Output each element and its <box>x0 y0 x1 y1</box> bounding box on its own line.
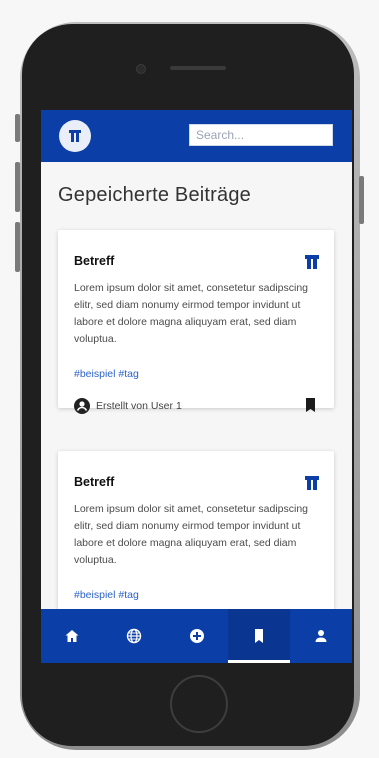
post-tags[interactable]: #beispiel #tag <box>74 589 139 601</box>
volume-up-button <box>15 162 20 212</box>
globe-icon <box>127 628 142 644</box>
mute-switch <box>15 114 20 142</box>
post-text: Lorem ipsum dolor sit amet, consetetur s… <box>74 282 309 345</box>
nav-explore[interactable] <box>103 609 165 663</box>
front-camera <box>136 64 146 74</box>
page-title: Gepeicherte Beiträge <box>58 184 252 206</box>
bottom-nav <box>41 609 352 663</box>
bookmark-icon[interactable] <box>305 398 316 412</box>
nav-home[interactable] <box>41 609 103 663</box>
author-label: Erstellt von User 1 <box>96 400 182 412</box>
account-circle-icon <box>74 398 90 414</box>
bookmark-icon <box>254 629 263 643</box>
search-input[interactable] <box>189 124 333 146</box>
nav-add[interactable] <box>165 609 227 663</box>
post-text: Lorem ipsum dolor sit amet, consetetur s… <box>74 503 309 566</box>
app-logo[interactable] <box>59 120 91 152</box>
earpiece-speaker <box>170 66 226 70</box>
add-circle-icon <box>189 629 204 643</box>
post-card[interactable]: Betreff Lorem ipsum dolor sit amet, cons… <box>58 451 334 629</box>
post-subject: Betreff <box>74 254 115 268</box>
nav-profile[interactable] <box>290 609 352 663</box>
home-icon <box>65 630 79 642</box>
home-button[interactable] <box>170 675 228 733</box>
post-author: Erstellt von User 1 <box>74 398 182 414</box>
power-button <box>359 176 364 224</box>
person-icon <box>315 630 327 642</box>
post-tags[interactable]: #beispiel #tag <box>74 368 139 380</box>
post-subject: Betreff <box>74 475 115 489</box>
logo-mark-icon <box>69 130 81 142</box>
brand-logo-icon <box>305 255 319 269</box>
post-card[interactable]: Betreff Lorem ipsum dolor sit amet, cons… <box>58 230 334 414</box>
volume-down-button <box>15 222 20 272</box>
nav-saved[interactable] <box>227 609 291 663</box>
app-header <box>41 110 352 162</box>
app-screen: Gepeicherte Beiträge Betreff Lorem ipsum… <box>41 110 352 663</box>
brand-logo-icon <box>305 476 319 490</box>
